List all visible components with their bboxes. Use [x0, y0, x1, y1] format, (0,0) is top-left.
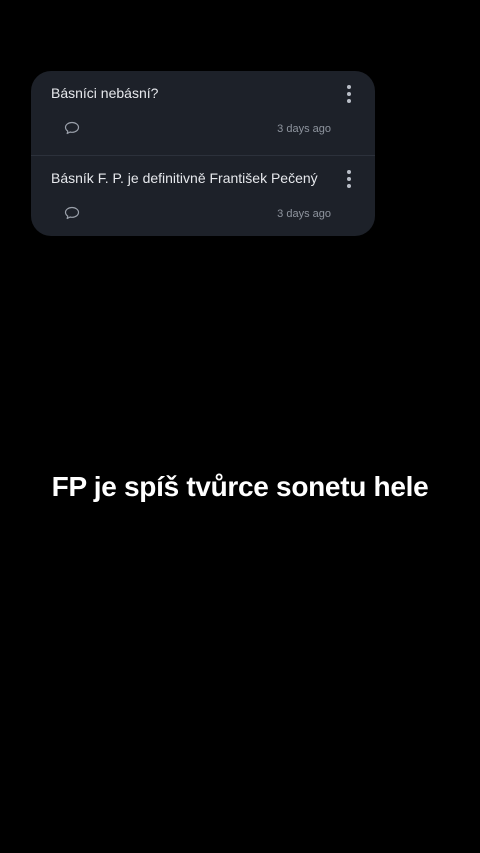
comment-item[interactable]: Básníci nebásní? 3 days ago — [31, 71, 375, 155]
more-vertical-icon-dot — [347, 177, 351, 181]
comment-timestamp: 3 days ago — [277, 123, 331, 135]
comment-item[interactable]: Básník F. P. je definitivně František Pe… — [31, 155, 375, 236]
comments-card: Básníci nebásní? 3 days ago Básník F. P.… — [31, 71, 375, 236]
video-screen: Básníci nebásní? 3 days ago Básník F. P.… — [0, 0, 480, 853]
video-caption: FP je spíš tvůrce sonetu hele — [0, 465, 480, 509]
more-options-button[interactable] — [341, 83, 357, 105]
more-vertical-icon — [347, 170, 351, 174]
more-vertical-icon-dot — [347, 184, 351, 188]
comment-timestamp: 3 days ago — [277, 208, 331, 220]
comment-text: Básník F. P. je definitivně František Pe… — [51, 170, 318, 186]
more-vertical-icon-dot — [347, 92, 351, 96]
speech-bubble-icon[interactable] — [64, 121, 80, 135]
more-vertical-icon — [347, 85, 351, 89]
speech-bubble-icon[interactable] — [64, 206, 80, 220]
caption-text: FP je spíš tvůrce sonetu hele — [41, 465, 439, 509]
more-vertical-icon-dot — [347, 99, 351, 103]
more-options-button[interactable] — [341, 168, 357, 190]
comment-text: Básníci nebásní? — [51, 85, 159, 101]
